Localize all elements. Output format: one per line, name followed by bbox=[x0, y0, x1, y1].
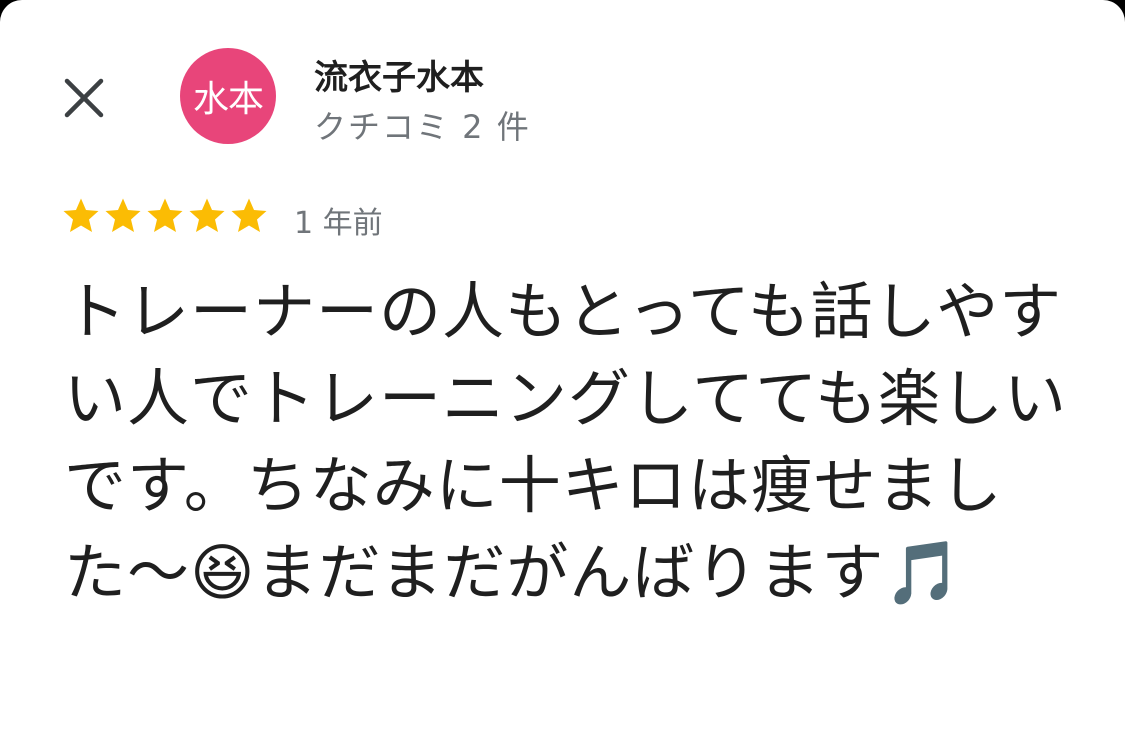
review-text: トレーナーの人もとっても話しやすい人でトレーニングしてても楽しいです。ちなみに十… bbox=[64, 275, 1068, 609]
star-icon bbox=[63, 198, 99, 232]
star-icon bbox=[231, 198, 267, 232]
review-sheet: 水本 流衣子水本 クチコミ 2 件 1 年前 トレーナーの人もとっても話しやすい… bbox=[0, 0, 1125, 742]
review-time: 1 年前 bbox=[294, 206, 383, 241]
star-icon bbox=[147, 198, 183, 232]
review-count: クチコミ 2 件 bbox=[314, 108, 531, 146]
avatar[interactable]: 水本 bbox=[180, 48, 276, 144]
close-icon bbox=[64, 78, 104, 118]
reviewer-name[interactable]: 流衣子水本 bbox=[314, 50, 484, 99]
star-rating bbox=[62, 197, 268, 235]
star-icon bbox=[105, 198, 141, 232]
star-icon bbox=[189, 198, 225, 232]
close-button[interactable] bbox=[58, 72, 110, 124]
